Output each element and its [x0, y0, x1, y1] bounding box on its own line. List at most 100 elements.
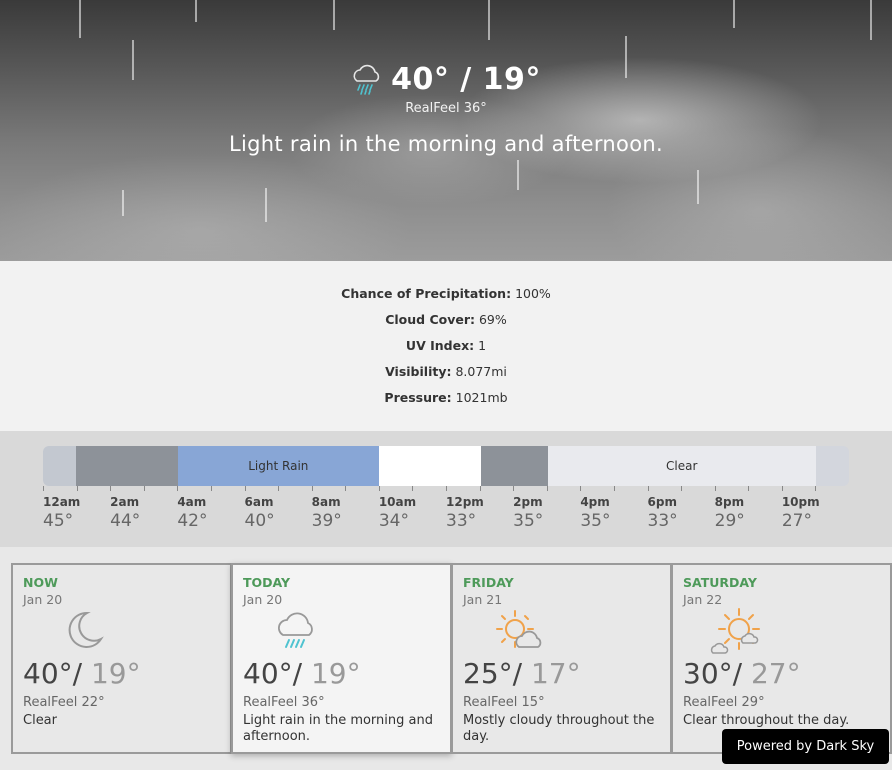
- card-summary: Clear: [23, 713, 57, 728]
- hour-temp: 33°: [446, 511, 477, 531]
- hour-time: 10am: [378, 495, 417, 509]
- hour-temp: 35°: [513, 511, 544, 531]
- timeline-tick: [378, 486, 380, 491]
- timeline-tick: [513, 486, 515, 491]
- detail-label: Cloud Cover:: [385, 312, 475, 327]
- card-temperature: 30°/ 27°: [683, 657, 801, 690]
- timeline-tick: [613, 486, 615, 491]
- timeline-ticks: [43, 486, 849, 492]
- hour-item: 12pm 33°: [446, 495, 506, 531]
- detail-uv-index: UV Index: 1: [0, 339, 892, 365]
- rain-streak: [333, 0, 335, 30]
- card-temperature: 40°/ 19°: [243, 657, 361, 690]
- detail-value: 1: [478, 338, 487, 353]
- hour-item: 2am 44°: [110, 495, 170, 531]
- hour-time: 12am: [43, 495, 81, 509]
- hour-temp: 45°: [43, 511, 74, 531]
- rain-streak: [79, 0, 81, 38]
- hour-item: 8am 39°: [312, 495, 372, 531]
- hour-time: 8pm: [714, 495, 745, 509]
- hero-temperature: 40° / 19°: [391, 62, 541, 97]
- card-summary: Light rain in the morning and afternoon.: [243, 713, 433, 744]
- hero-realfeel: RealFeel 36°: [405, 101, 487, 116]
- condition-segment: Clear: [547, 446, 816, 486]
- card-temperature: 25°/ 17°: [463, 657, 581, 690]
- hour-item: 2pm 35°: [513, 495, 573, 531]
- condition-segment: [76, 446, 178, 486]
- forecast-card-now[interactable]: NOW Jan 20 40°/ 19° RealFeel 22° Clear: [11, 563, 232, 754]
- hour-item: 4am 42°: [177, 495, 237, 531]
- condition-segment: Light Rain: [177, 446, 380, 486]
- timeline-tick: [278, 486, 280, 491]
- hour-temp: 34°: [378, 511, 409, 531]
- detail-value: 8.077mi: [455, 364, 507, 379]
- rain-streak: [265, 188, 267, 222]
- hour-time: 8am: [311, 495, 341, 509]
- card-summary: Mostly cloudy throughout the day.: [463, 713, 655, 744]
- timeline-tick: [143, 486, 145, 491]
- condition-segment: [815, 446, 849, 486]
- forecast-card-friday[interactable]: FRIDAY Jan 21 25°/ 17° RealFeel 15° Most…: [451, 563, 672, 754]
- hour-time: 12pm: [446, 495, 484, 509]
- timeline-tick: [177, 486, 179, 491]
- hour-time: 10pm: [781, 495, 820, 509]
- partly-cloudy-icon: [496, 610, 542, 648]
- detail-value: 69%: [478, 312, 507, 327]
- card-date: Jan 20: [23, 592, 63, 607]
- hour-item: 8pm 29°: [715, 495, 775, 531]
- condition-segment: [480, 446, 548, 486]
- card-day: SATURDAY: [683, 575, 757, 590]
- hour-item: 12am 45°: [43, 495, 103, 531]
- hour-temp: 35°: [580, 511, 611, 531]
- timeline-tick: [76, 486, 78, 491]
- timeline-tick: [748, 486, 750, 491]
- detail-value: 100%: [515, 286, 551, 301]
- hour-time: 6pm: [647, 495, 677, 509]
- forecast-card-saturday[interactable]: SATURDAY Jan 22 30°/ 27° RealFeel 29° Cl…: [671, 563, 892, 754]
- card-realfeel: RealFeel 29°: [683, 695, 765, 710]
- card-realfeel: RealFeel 15°: [463, 695, 545, 710]
- hour-temp: 39°: [311, 511, 342, 531]
- forecast-card-today[interactable]: TODAY Jan 20 40°/ 19° RealFeel 36° Light…: [231, 563, 452, 754]
- hour-time: 4pm: [580, 495, 610, 509]
- card-date: Jan 22: [683, 592, 723, 607]
- detail-value: 1021mb: [455, 390, 508, 405]
- timeline-tick: [110, 486, 112, 491]
- timeline-tick: [412, 486, 414, 491]
- condition-segment: [379, 446, 481, 486]
- condition-segment: [43, 446, 77, 486]
- card-date: Jan 20: [243, 592, 283, 607]
- moon-icon: [68, 611, 104, 648]
- hour-temp: 42°: [177, 511, 208, 531]
- timeline-tick: [479, 486, 481, 491]
- hour-temp: 33°: [647, 511, 678, 531]
- card-summary: Clear throughout the day.: [683, 713, 850, 728]
- card-day: FRIDAY: [463, 575, 514, 590]
- hour-item: 10am 34°: [379, 495, 439, 531]
- rain-streak: [517, 160, 519, 190]
- card-realfeel: RealFeel 22°: [23, 695, 105, 710]
- hour-time: 6am: [244, 495, 274, 509]
- timeline-tick: [681, 486, 683, 491]
- timeline-tick: [345, 486, 347, 491]
- powered-by-dark-sky-link[interactable]: Powered by Dark Sky: [722, 729, 889, 764]
- timeline-tick: [714, 486, 716, 491]
- rain-streak: [697, 170, 699, 204]
- timeline-tick: [546, 486, 548, 491]
- hour-temp: 27°: [781, 511, 812, 531]
- rain-cloud-icon: [353, 64, 380, 95]
- card-date: Jan 21: [463, 592, 503, 607]
- rain-cloud-icon: [277, 612, 313, 648]
- rain-streak: [733, 0, 735, 28]
- timeline-tick: [647, 486, 649, 491]
- timeline-tick: [43, 486, 44, 491]
- hour-item: 6pm 33°: [648, 495, 708, 531]
- card-day: TODAY: [243, 575, 291, 590]
- timeline-tick: [580, 486, 582, 491]
- card-day: NOW: [23, 575, 58, 590]
- timeline-tick: [244, 486, 246, 491]
- hero-summary: Light rain in the morning and afternoon.: [229, 132, 663, 156]
- timeline-tick: [815, 486, 817, 491]
- hour-temp: 44°: [110, 511, 141, 531]
- detail-label: Pressure:: [384, 390, 452, 405]
